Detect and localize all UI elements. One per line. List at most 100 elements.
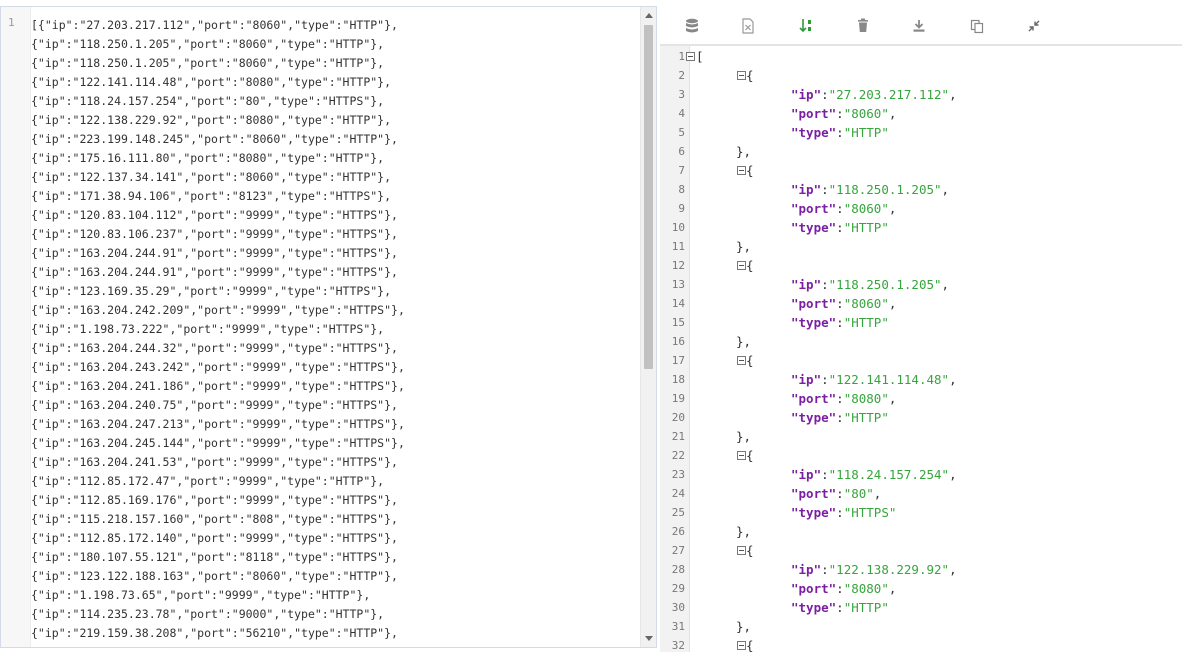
json-tree[interactable]: 1 2 3 4 5 6 7 8 9 10 11 12 13 14 15 16 17 18 19 20 21 22 23 24 2… (660, 45, 1182, 652)
raw-json-editor[interactable]: 1 [{"ip":"27.203.217.112","port":"8060",… (0, 6, 657, 648)
tree-line-number: 9 (678, 202, 685, 215)
object-open-brace: { (746, 68, 754, 83)
tree-line-number: 23 (671, 468, 685, 481)
scrollbar-thumb[interactable] (644, 25, 653, 369)
collapse-toggle-icon[interactable] (737, 546, 746, 555)
code-line: {"ip":"163.204.243.242","port":"9999","t… (31, 360, 405, 374)
object-open-brace: { (746, 258, 754, 273)
scroll-down-arrow-icon[interactable] (645, 636, 653, 641)
clear-button[interactable] (852, 15, 874, 37)
json-key: "port" (791, 106, 837, 121)
tree-line: "ip":"118.250.1.205", (791, 180, 949, 199)
vertical-scrollbar[interactable] (640, 7, 656, 647)
json-key: "type" (791, 220, 837, 235)
object-open-brace: { (746, 353, 754, 368)
colon: : (821, 182, 829, 197)
object-open-brace: { (746, 163, 754, 178)
copy-button[interactable] (966, 15, 988, 37)
collapse-toggle-icon[interactable] (737, 71, 746, 80)
json-string-value: "HTTP" (843, 220, 889, 235)
json-string-value: "118.250.1.205" (828, 182, 942, 197)
json-key: "type" (791, 315, 837, 330)
tree-line-number: 18 (671, 373, 685, 386)
collapse-toggle-icon[interactable] (737, 166, 746, 175)
compress-icon (1028, 20, 1040, 32)
json-string-value: "HTTP" (843, 315, 889, 330)
colon: : (821, 562, 829, 577)
tree-line-number: 6 (678, 145, 685, 158)
json-string-value: "8060" (843, 106, 889, 121)
trash-icon (858, 18, 868, 32)
tree-line: "type":"HTTP" (791, 123, 889, 142)
comma: , (888, 581, 897, 596)
export-excel-button[interactable] (737, 15, 759, 37)
json-key: "ip" (791, 277, 822, 292)
tree-line-number: 13 (671, 278, 685, 291)
tree-line-number: 17 (671, 354, 685, 367)
tree-line: { (746, 446, 754, 465)
tree-line-number: 7 (678, 164, 685, 177)
colon: : (836, 391, 844, 406)
colon: : (821, 87, 829, 102)
database-button[interactable] (681, 15, 703, 37)
tree-line: "ip":"122.138.229.92", (791, 560, 957, 579)
tree-line-number: 2 (678, 69, 685, 82)
comma: , (941, 182, 950, 197)
sort-button[interactable] (795, 15, 817, 37)
code-line: {"ip":"163.204.244.91","port":"9999","ty… (31, 265, 398, 279)
collapse-toggle-icon[interactable] (737, 356, 746, 365)
code-line: {"ip":"180.107.55.121","port":"8118","ty… (31, 550, 398, 564)
tree-gutter: 1 2 3 4 5 6 7 8 9 10 11 12 13 14 15 16 17 18 19 20 21 22 23 24 2… (660, 46, 690, 652)
code-line: {"ip":"112.85.172.47","port":"9999","typ… (31, 474, 385, 488)
tree-line-number: 5 (678, 126, 685, 139)
comma: , (949, 467, 957, 482)
code-line: {"ip":"1.198.73.222","port":"9999","type… (31, 322, 385, 336)
formatted-json-viewer: 1 2 3 4 5 6 7 8 9 10 11 12 13 14 15 16 17 18 19 20 21 22 23 24 2… (660, 0, 1182, 652)
colon: : (836, 410, 844, 425)
json-key: "type" (791, 410, 837, 425)
comma: , (949, 87, 957, 102)
json-string-value: "8080" (843, 391, 889, 406)
collapse-toggle-icon[interactable] (737, 451, 746, 460)
code-line: {"ip":"122.137.34.141","port":"8060","ty… (31, 170, 392, 184)
json-key: "port" (791, 201, 837, 216)
compress-button[interactable] (1023, 15, 1045, 37)
tree-line: "port":"8080", (791, 579, 896, 598)
editor-text[interactable]: [{"ip":"27.203.217.112","port":"8060","t… (31, 16, 638, 643)
download-button[interactable] (908, 15, 930, 37)
tree-line: { (746, 541, 754, 560)
tree-line-number: 15 (671, 316, 685, 329)
scroll-up-arrow-icon[interactable] (645, 13, 653, 18)
tree-line: "port":"8060", (791, 294, 896, 313)
colon: : (821, 277, 829, 292)
code-line: {"ip":"163.204.242.209","port":"9999","t… (31, 303, 405, 317)
tree-line-number: 3 (678, 88, 685, 101)
colon: : (821, 467, 829, 482)
code-line: {"ip":"163.204.244.91","port":"9999","ty… (31, 246, 398, 260)
json-string-value: "HTTP" (843, 410, 889, 425)
code-line: {"ip":"114.235.23.78","port":"9000","typ… (31, 607, 385, 621)
tree-line: "type":"HTTPS" (791, 503, 896, 522)
collapse-toggle-icon[interactable] (737, 641, 746, 650)
colon: : (821, 372, 829, 387)
code-line: {"ip":"163.204.244.32","port":"9999","ty… (31, 341, 398, 355)
tree-line-number: 22 (671, 449, 685, 462)
comma: , (888, 106, 897, 121)
collapse-toggle-icon[interactable] (686, 52, 695, 61)
tree-line-number: 29 (671, 582, 685, 595)
tree-line: }, (736, 237, 751, 256)
colon: : (836, 201, 844, 216)
tree-line: { (746, 66, 754, 85)
tree-line: "ip":"118.24.157.254", (791, 465, 957, 484)
comma: , (888, 296, 897, 311)
tree-line: "port":"8060", (791, 199, 896, 218)
json-string-value: "122.138.229.92" (828, 562, 950, 577)
tree-line-number: 1 (678, 50, 685, 63)
json-key: "ip" (791, 182, 822, 197)
code-line: {"ip":"163.204.240.75","port":"9999","ty… (31, 398, 398, 412)
colon: : (836, 125, 844, 140)
tree-line-number: 4 (678, 107, 685, 120)
colon: : (836, 600, 844, 615)
collapse-toggle-icon[interactable] (737, 261, 746, 270)
tree-line: { (746, 161, 754, 180)
